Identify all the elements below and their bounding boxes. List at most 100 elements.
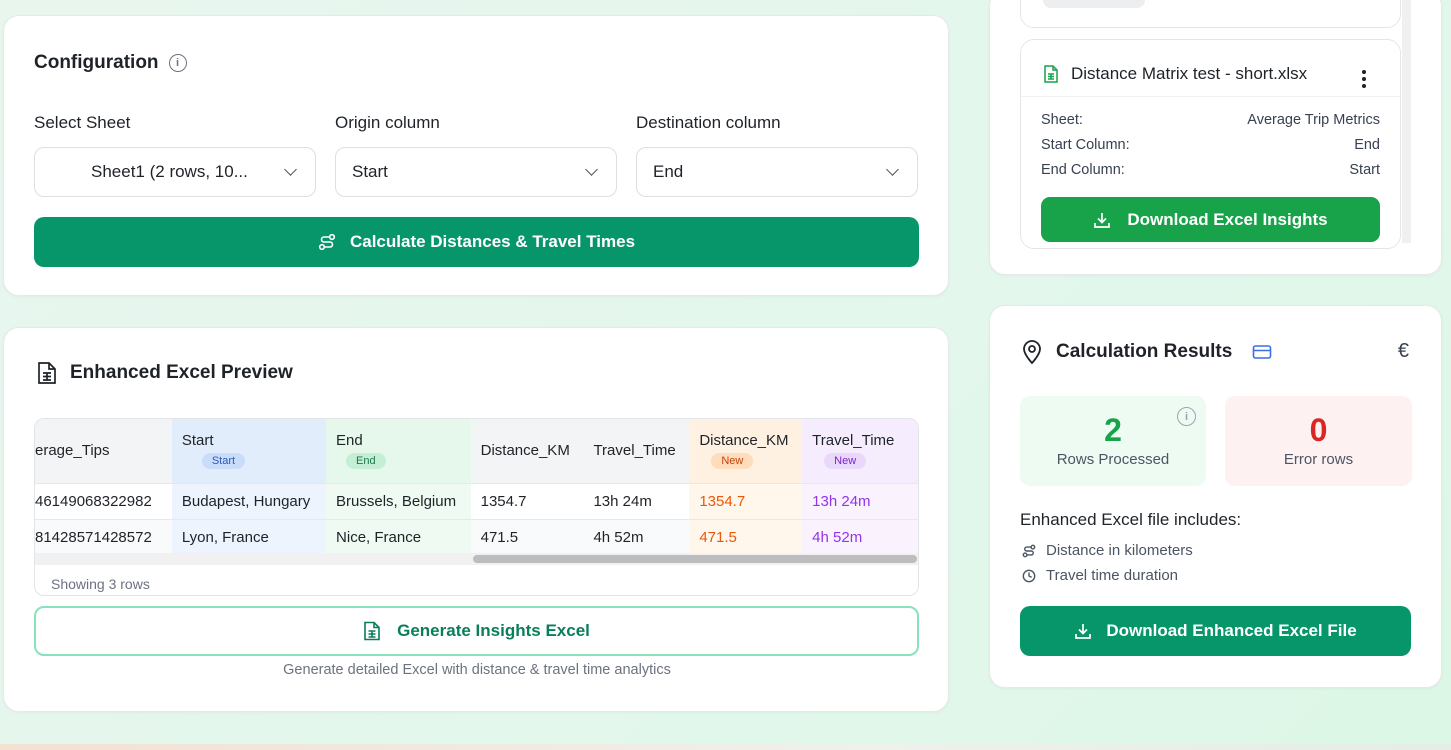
table-cell: 471.5 (689, 518, 803, 555)
route-icon (1022, 544, 1036, 558)
table-cell: Lyon, France (171, 518, 327, 555)
info-icon[interactable]: i (1177, 407, 1196, 426)
configuration-header: Configuration i (34, 52, 187, 74)
info-icon[interactable]: i (168, 54, 187, 72)
download-icon (1093, 211, 1111, 229)
destination-column-value: End (653, 162, 684, 181)
end-column-value: Start (1349, 162, 1380, 178)
table-header-row: erage_Tips Start Start End End Distance_… (35, 419, 918, 483)
feature-time: Travel time duration (1022, 567, 1178, 584)
configuration-title: Configuration (34, 52, 159, 73)
end-column-label: End Column: (1041, 162, 1125, 178)
download-insights-label: Download Excel Insights (1127, 209, 1328, 229)
table-cell: 4h 52m (583, 518, 690, 555)
column-header-end: End End (326, 419, 471, 483)
history-card: Distance Matrix test - short.xlsx Sheet:… (989, 0, 1442, 275)
calculation-results-card: Calculation Results € 2 Rows Processed i… (989, 305, 1442, 688)
file-name: Distance Matrix test - short.xlsx (1071, 64, 1308, 83)
new-badge: New (824, 453, 867, 470)
calculate-button[interactable]: Calculate Distances & Travel Times (34, 217, 919, 267)
column-header: erage_Tips (35, 419, 172, 483)
origin-column-label: Origin column (335, 113, 440, 132)
more-options-icon[interactable] (1362, 70, 1366, 88)
table-cell: 13h 24m (583, 482, 690, 519)
start-column-value: End (1354, 137, 1380, 153)
euro-icon[interactable]: € (1398, 340, 1409, 363)
sheet-label: Sheet: (1041, 112, 1083, 128)
previous-file-item (1020, 0, 1401, 28)
chevron-down-icon (284, 163, 297, 176)
download-insights-button[interactable]: Download Excel Insights (1041, 197, 1380, 242)
file-item: Distance Matrix test - short.xlsx Sheet:… (1020, 39, 1401, 249)
select-sheet-value: Sheet1 (2 rows, 10... (91, 162, 248, 181)
divider (1021, 96, 1400, 97)
origin-column-dropdown[interactable]: Start (335, 147, 617, 197)
new-badge: New (711, 453, 754, 470)
table-cell: Budapest, Hungary (171, 482, 327, 519)
spreadsheet-icon (36, 361, 58, 385)
spreadsheet-icon (363, 621, 381, 641)
feature-time-label: Travel time duration (1046, 567, 1178, 584)
includes-title: Enhanced Excel file includes: (1020, 510, 1242, 529)
destination-column-dropdown[interactable]: End (636, 147, 918, 197)
error-rows-value: 0 (1309, 412, 1328, 448)
preview-table[interactable]: erage_Tips Start Start End End Distance_… (34, 418, 919, 596)
origin-column-value: Start (352, 162, 388, 181)
table-row: 46149068322982 Budapest, Hungary Brussel… (35, 482, 918, 519)
column-header: Travel_Time (583, 419, 690, 483)
column-header-start: Start Start (171, 419, 327, 483)
clock-icon (1022, 569, 1036, 583)
table-cell: Nice, France (326, 518, 471, 555)
column-header: Distance_KM (470, 419, 584, 483)
sheet-meta-row: Sheet: Average Trip Metrics (1041, 112, 1380, 128)
showing-rows-text: Showing 3 rows (51, 576, 150, 592)
end-column-meta-row: End Column: Start (1041, 162, 1380, 178)
preview-title: Enhanced Excel Preview (70, 362, 293, 383)
generate-insights-label: Generate Insights Excel (397, 621, 590, 640)
error-rows-stat: 0 Error rows (1225, 396, 1412, 486)
scrollbar-thumb[interactable] (473, 555, 917, 563)
table-row: 81428571428572 Lyon, France Nice, France… (35, 518, 918, 555)
generate-caption: Generate detailed Excel with distance & … (283, 662, 671, 678)
select-sheet-dropdown[interactable]: Sheet1 (2 rows, 10... (34, 147, 316, 197)
map-pin-icon (1020, 339, 1044, 365)
configuration-card: Configuration i Select Sheet Sheet1 (2 r… (3, 15, 949, 296)
column-header-new-distance: Distance_KM New (689, 419, 803, 483)
sheet-value: Average Trip Metrics (1247, 112, 1380, 128)
table-cell: 1354.7 (689, 482, 803, 519)
chevron-down-icon (585, 163, 598, 176)
table-cell: 1354.7 (470, 482, 584, 519)
results-title: Calculation Results (1056, 341, 1233, 362)
file-item-header: Distance Matrix test - short.xlsx (1043, 64, 1333, 84)
preview-data-table: erage_Tips Start Start End End Distance_… (35, 419, 918, 555)
table-cell: 46149068322982 (35, 482, 172, 519)
calculate-button-label: Calculate Distances & Travel Times (349, 232, 636, 251)
table-cell: 4h 52m (802, 518, 918, 555)
preview-card: Enhanced Excel Preview erage_Tips Start … (3, 327, 949, 712)
select-sheet-label: Select Sheet (34, 113, 131, 132)
rows-processed-label: Rows Processed (1056, 451, 1170, 468)
generate-insights-button[interactable]: Generate Insights Excel (34, 606, 919, 656)
file-spreadsheet-icon (1043, 65, 1059, 83)
credit-card-icon[interactable] (1252, 344, 1272, 360)
end-badge: End (346, 453, 386, 470)
download-enhanced-label: Download Enhanced Excel File (1106, 621, 1357, 640)
feature-distance-label: Distance in kilometers (1046, 542, 1193, 559)
route-icon (318, 233, 336, 251)
history-scrollbar[interactable] (1402, 0, 1411, 243)
table-cell: Brussels, Belgium (326, 482, 471, 519)
feature-distance: Distance in kilometers (1022, 542, 1193, 559)
error-rows-label: Error rows (1283, 451, 1354, 468)
column-header-new-time: Travel_Time New (802, 419, 918, 483)
results-header: Calculation Results (1020, 339, 1272, 365)
destination-column-label: Destination column (636, 113, 781, 132)
chevron-down-icon (886, 163, 899, 176)
start-column-label: Start Column: (1041, 137, 1130, 153)
start-badge: Start (201, 453, 246, 470)
download-icon (1074, 622, 1092, 640)
table-cell: 471.5 (470, 518, 584, 555)
rows-processed-stat: 2 Rows Processed i (1020, 396, 1206, 486)
bottom-edge (0, 744, 1451, 750)
download-enhanced-button[interactable]: Download Enhanced Excel File (1020, 606, 1411, 656)
start-column-meta-row: Start Column: End (1041, 137, 1380, 153)
